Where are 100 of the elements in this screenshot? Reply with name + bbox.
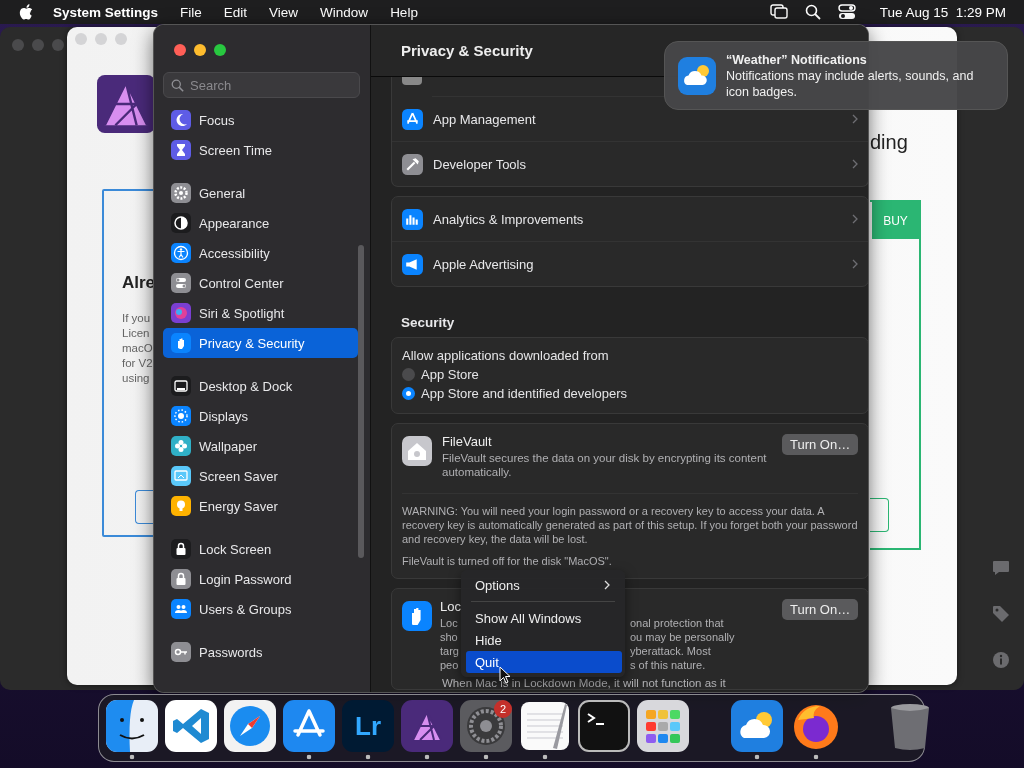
- bulb-icon: [171, 496, 191, 516]
- section-heading: Security: [401, 315, 456, 330]
- description-fragment: Loc: [440, 617, 458, 629]
- status-text: FileVault is turned off for the disk "MacOS".: [402, 554, 613, 568]
- sidebar-item[interactable]: Passwords: [163, 637, 358, 667]
- chevron-icon: [852, 259, 859, 269]
- radio-option[interactable]: App Store and identified developers: [402, 384, 859, 403]
- card-text-line: using: [122, 371, 150, 386]
- sidebar-item[interactable]: Screen Saver: [163, 461, 358, 491]
- description-fragment: targ: [440, 645, 459, 657]
- chevron-icon: [852, 214, 859, 224]
- card-heading: Alre: [122, 273, 156, 293]
- house-icon: [402, 436, 432, 466]
- description-fragment: sho: [440, 631, 458, 643]
- notification-banner[interactable]: “Weather” Notifications Notifications may include alerts, sounds, and icon badges.: [664, 41, 1008, 110]
- sidebar-item[interactable]: General: [163, 178, 358, 208]
- lock-icon: [171, 539, 191, 559]
- menu-item[interactable]: Options: [466, 574, 622, 596]
- menu-item[interactable]: Show All Windows: [466, 607, 622, 629]
- app-menu[interactable]: System Settings: [53, 4, 159, 20]
- sidebar-item[interactable]: Energy Saver: [163, 491, 358, 521]
- sidebar-item[interactable]: Login Password: [163, 564, 358, 594]
- cloud-sun-icon: [678, 56, 716, 95]
- description-fragment: yberattack. Most: [630, 644, 711, 658]
- page-heading: ding: [870, 131, 909, 154]
- outline-button[interactable]: [870, 498, 889, 532]
- triangles-logo-icon: [97, 75, 155, 133]
- sidebar-item[interactable]: Siri & Spotlight: [163, 298, 358, 328]
- turn-on-button[interactable]: Turn On…: [782, 434, 859, 455]
- orb-icon: [171, 303, 191, 323]
- settings-row[interactable]: Apple Advertising: [392, 241, 868, 286]
- setting-title: Loc: [440, 599, 461, 614]
- zoom-button[interactable]: [214, 44, 226, 56]
- screen-icon: [171, 466, 191, 486]
- menu-item[interactable]: Help: [390, 4, 418, 20]
- menu-item[interactable]: View: [269, 4, 299, 20]
- description-fragment: ou may be personally: [630, 630, 735, 644]
- lock-icon: [171, 569, 191, 589]
- hand-icon: [402, 601, 432, 631]
- description-fragment: s of this nature.: [630, 658, 706, 672]
- tag-icon[interactable]: [992, 605, 1010, 623]
- setting-title: FileVault: [442, 434, 492, 449]
- hammer-icon: [402, 153, 423, 175]
- bar-chart-icon: [402, 208, 423, 230]
- app-store-icon: [402, 108, 423, 130]
- key-icon: [171, 642, 191, 662]
- search-icon[interactable]: [803, 4, 822, 20]
- sidebar-item[interactable]: Screen Time: [163, 135, 358, 165]
- chevron-icon: [852, 159, 859, 169]
- search-field[interactable]: Search: [163, 72, 360, 98]
- windows-icon[interactable]: [769, 4, 788, 20]
- setting-description: FileVault secures the data on your disk by encrypting its content automatically.: [442, 451, 768, 479]
- search-icon: [171, 79, 184, 92]
- scrollbar-thumb[interactable]: [358, 245, 364, 558]
- minimize-button[interactable]: [194, 44, 206, 56]
- flower-icon: [171, 436, 191, 456]
- half-circle-icon: [171, 213, 191, 233]
- sun-icon: [171, 406, 191, 426]
- apple-logo-icon[interactable]: [19, 4, 33, 20]
- sidebar-item[interactable]: Desktop & Dock: [163, 371, 358, 401]
- menu-item[interactable]: Edit: [223, 4, 248, 20]
- radio-button[interactable]: [402, 387, 415, 400]
- info-icon[interactable]: [992, 651, 1010, 669]
- menu-item[interactable]: Window: [320, 4, 369, 20]
- settings-row[interactable]: Analytics & Improvements: [392, 197, 868, 241]
- notification-text: Notifications may include alerts, sounds, and icon badges.: [726, 67, 975, 100]
- moon-icon: [171, 110, 191, 130]
- sidebar-item[interactable]: Accessibility: [163, 238, 358, 268]
- sidebar-item[interactable]: Wallpaper: [163, 431, 358, 461]
- chevron-icon: [604, 580, 610, 590]
- people-icon: [171, 599, 191, 619]
- menu-item[interactable]: File: [180, 4, 202, 20]
- menu-item[interactable]: Quit: [466, 651, 622, 673]
- sidebar-item[interactable]: Lock Screen: [163, 534, 358, 564]
- menu-item[interactable]: Hide: [466, 629, 622, 651]
- window-title: Privacy & Security: [401, 42, 533, 59]
- hourglass-icon: [171, 140, 191, 160]
- sidebar-item[interactable]: Control Center: [163, 268, 358, 298]
- sidebar-item[interactable]: Displays: [163, 401, 358, 431]
- radio-button[interactable]: [402, 368, 415, 381]
- chevron-icon: [852, 114, 859, 124]
- setting-label: Allow applications downloaded from: [402, 348, 610, 363]
- notification-title: “Weather” Notifications: [726, 51, 868, 68]
- turn-on-button[interactable]: Turn On…: [782, 599, 859, 620]
- sidebar-item[interactable]: Appearance: [163, 208, 358, 238]
- accessibility-icon: [171, 243, 191, 263]
- card-text-line: macO: [122, 341, 153, 356]
- settings-row[interactable]: Developer Tools: [392, 141, 868, 186]
- clock[interactable]: Tue Aug 15 1:29 PM: [879, 4, 1006, 20]
- close-button[interactable]: [174, 44, 186, 56]
- sidebar-item[interactable]: Privacy & Security: [163, 328, 358, 358]
- warning-text: WARNING: You will need your login password or a recovery key to access your data. A recovery key is automatically generated as part of this setup. If you forget both your password and recovery key, the data will be lost.: [402, 504, 859, 546]
- sidebar-item[interactable]: Focus: [163, 105, 358, 135]
- control-center-icon[interactable]: [837, 4, 856, 20]
- speech-bubble-icon[interactable]: [992, 559, 1010, 577]
- card-text-line: If you: [122, 311, 151, 326]
- sidebar-item[interactable]: Users & Groups: [163, 594, 358, 624]
- dock-item[interactable]: 2: [460, 700, 512, 760]
- toggles-icon: [171, 273, 191, 293]
- radio-option[interactable]: App Store: [402, 365, 859, 384]
